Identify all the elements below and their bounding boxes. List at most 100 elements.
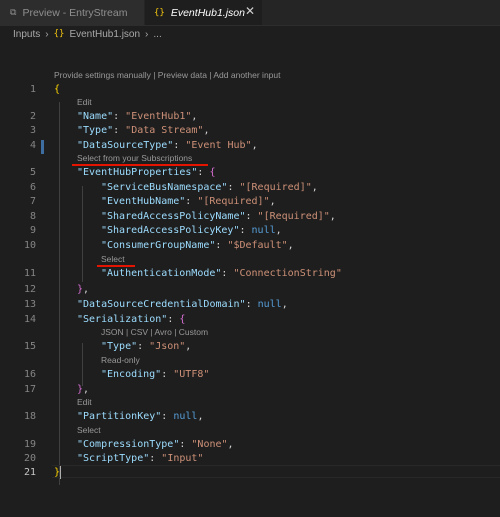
json-brace: {: [179, 314, 186, 325]
codelens-edit[interactable]: Edit: [77, 397, 92, 408]
text-cursor: [60, 466, 61, 479]
code-line: "EventHubProperties": {: [77, 167, 216, 178]
codelens-edit[interactable]: Edit: [77, 97, 92, 108]
json-value: "$Default": [227, 240, 288, 251]
codelens-select[interactable]: Select: [77, 425, 101, 436]
tab-preview-entrystream[interactable]: ⧉ Preview - EntryStream: [0, 0, 145, 25]
json-key: "EventHubName": [101, 196, 186, 207]
change-marker: [41, 140, 44, 154]
json-value: "UTF8": [173, 369, 210, 380]
json-braces-icon: {}: [53, 29, 65, 39]
code-line: "AuthenticationMode": "ConnectionString": [101, 268, 342, 279]
line-number: 7: [29, 196, 36, 207]
json-key: "PartitionKey": [77, 411, 162, 422]
json-value: "[Required]": [197, 196, 270, 207]
indent-guide: [82, 186, 83, 282]
line-number: 12: [23, 284, 36, 295]
codelens-select[interactable]: Select: [101, 254, 125, 265]
tab-label: EventHub1.json: [170, 6, 245, 19]
json-value: "[Required]": [257, 211, 330, 222]
json-key: "Type": [101, 341, 138, 352]
json-value: "Input": [161, 453, 204, 464]
code-line: "ConsumerGroupName": "$Default",: [101, 240, 294, 251]
line-number: 11: [23, 268, 36, 279]
line-number: 20: [23, 453, 36, 464]
code-line: "SharedAccessPolicyKey": null,: [101, 225, 282, 236]
json-key: "ScriptType": [77, 453, 150, 464]
json-key: "AuthenticationMode": [101, 268, 222, 279]
codelens-actions[interactable]: Provide settings manually | Preview data…: [54, 70, 281, 81]
code-line: "Type": "Data Stream",: [77, 125, 210, 136]
tab-label: Preview - EntryStream: [22, 6, 128, 19]
line-number: 5: [29, 167, 36, 178]
json-braces-icon: {}: [154, 7, 165, 18]
json-value: "ConnectionString": [233, 268, 342, 279]
indent-guide: [82, 343, 83, 386]
json-value: "None": [191, 439, 228, 450]
code-line: "CompressionType": "None",: [77, 439, 234, 450]
code-line: },: [77, 284, 90, 295]
json-key: "Serialization": [77, 314, 168, 325]
line-number: 21: [23, 467, 36, 478]
json-brace: }: [77, 284, 84, 295]
line-number: 9: [29, 225, 36, 236]
tab-bar: ⧉ Preview - EntryStream {} EventHub1.jso…: [0, 0, 500, 26]
tab-eventhub1-json[interactable]: {} EventHub1.json ✕: [145, 0, 262, 25]
current-line-highlight: [52, 465, 500, 478]
code-line: {: [54, 84, 61, 95]
codelens-readonly: Read-only: [101, 355, 140, 365]
json-key: "DataSourceCredentialDomain": [77, 299, 246, 310]
code-line: "DataSourceCredentialDomain": null,: [77, 299, 288, 310]
code-line: "EventHubName": "[Required]",: [101, 196, 276, 207]
json-brace: }: [77, 384, 84, 395]
preview-icon: ⧉: [10, 7, 17, 18]
line-number: 8: [29, 211, 36, 222]
json-key: "Encoding": [101, 369, 162, 380]
json-brace: {: [209, 167, 216, 178]
code-line: "ServiceBusNamespace": "[Required]",: [101, 182, 318, 193]
breadcrumb-more[interactable]: ...: [153, 29, 161, 40]
json-key: "SharedAccessPolicyName": [101, 211, 246, 222]
json-value: "Json": [149, 341, 186, 352]
breadcrumb-inputs[interactable]: Inputs: [13, 29, 40, 40]
codelens-formats[interactable]: JSON | CSV | Avro | Custom: [101, 327, 208, 338]
line-number: 10: [23, 240, 36, 251]
line-number: 2: [29, 111, 36, 122]
line-number: 19: [23, 439, 36, 450]
line-number: 16: [23, 369, 36, 380]
line-number: 13: [23, 299, 36, 310]
codelens-select-subscriptions[interactable]: Select from your Subscriptions: [77, 153, 192, 164]
line-number: 15: [23, 341, 36, 352]
close-icon[interactable]: ✕: [245, 4, 255, 18]
code-line: "Name": "EventHub1",: [77, 111, 198, 122]
breadcrumb-file[interactable]: EventHub1.json: [69, 29, 140, 40]
code-line: "Serialization": {: [77, 314, 186, 325]
line-number: 18: [23, 411, 36, 422]
indent-guide: [59, 102, 60, 485]
chevron-right-icon: ›: [145, 28, 149, 40]
line-number: 1: [29, 84, 36, 95]
code-line: "Encoding": "UTF8": [101, 369, 210, 380]
json-key: "Name": [77, 111, 114, 122]
code-editor[interactable]: Provide settings manually | Preview data…: [0, 43, 500, 517]
json-value: "EventHub1": [125, 111, 192, 122]
json-value: null: [251, 225, 276, 236]
line-number: 4: [29, 140, 36, 151]
line-number: 6: [29, 182, 36, 193]
code-line: "DataSourceType": "Event Hub",: [77, 140, 258, 151]
code-line: },: [77, 384, 90, 395]
json-key: "ServiceBusNamespace": [101, 182, 228, 193]
breadcrumb: Inputs › {} EventHub1.json › ...: [0, 25, 500, 43]
json-value: null: [257, 299, 282, 310]
json-key: "DataSourceType": [77, 140, 174, 151]
line-number: 3: [29, 125, 36, 136]
json-key: "ConsumerGroupName": [101, 240, 216, 251]
code-line: "ScriptType": "Input": [77, 453, 204, 464]
code-line: "Type": "Json",: [101, 341, 192, 352]
chevron-right-icon: ›: [45, 28, 49, 40]
json-value: null: [173, 411, 198, 422]
json-key: "Type": [77, 125, 114, 136]
code-line: "PartitionKey": null,: [77, 411, 204, 422]
json-value: "Data Stream": [125, 125, 204, 136]
json-key: "SharedAccessPolicyKey": [101, 225, 240, 236]
